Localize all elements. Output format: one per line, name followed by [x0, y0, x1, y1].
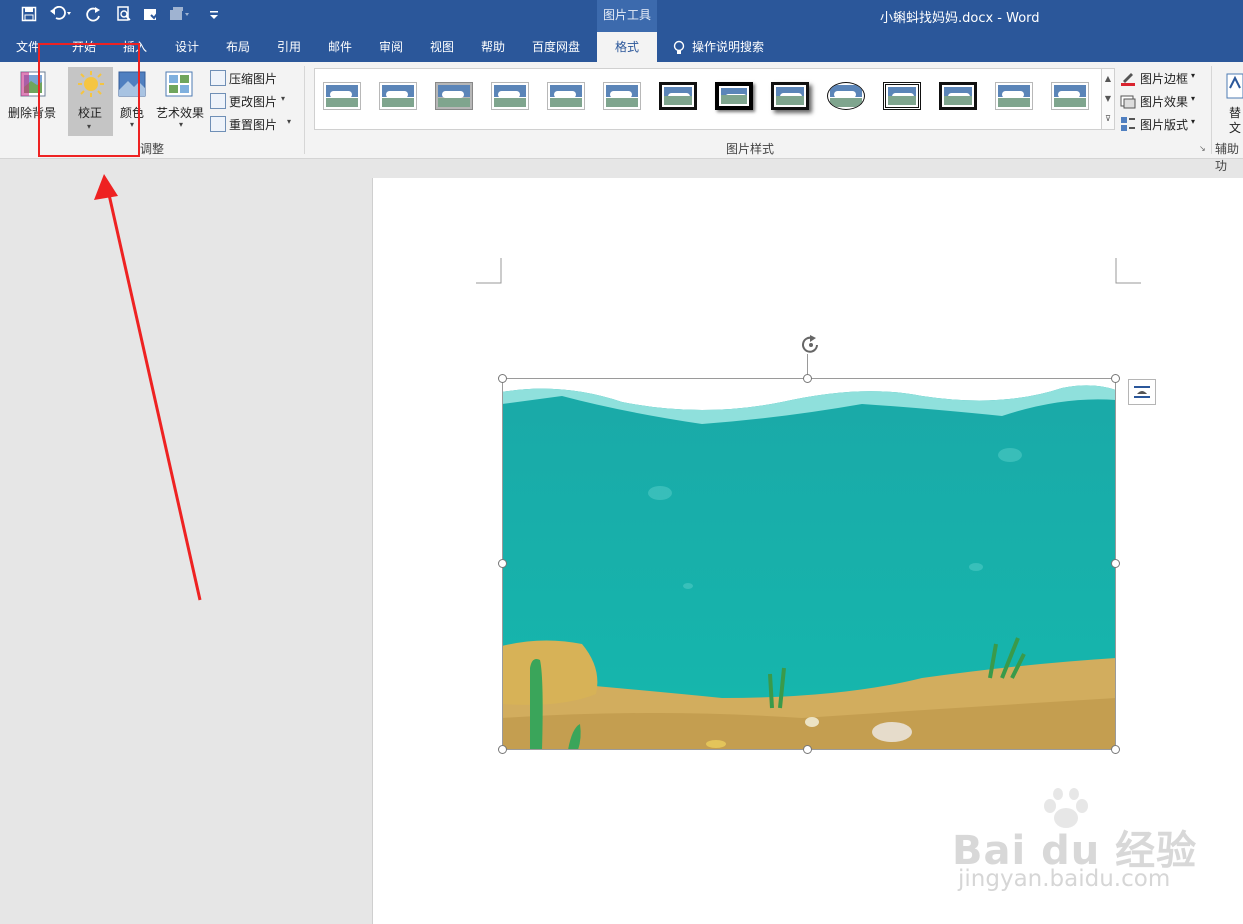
document-title: 小蝌蚪找妈妈.docx - Word [880, 11, 1040, 26]
picture-style-thumb[interactable] [715, 82, 753, 110]
resize-handle-n[interactable] [803, 374, 812, 383]
rotate-handle-icon[interactable] [799, 334, 823, 359]
tab-review[interactable]: 审阅 [371, 32, 411, 62]
artistic-effects-icon [165, 70, 195, 101]
picture-style-thumb[interactable] [883, 82, 921, 110]
alt-text-icon [1226, 72, 1243, 103]
picture-style-thumb[interactable] [379, 82, 417, 110]
artistic-dropdown-icon: ▾ [179, 120, 184, 129]
picture-style-thumb[interactable] [939, 82, 977, 110]
picture-tools-label: 图片工具 [597, 0, 657, 32]
compress-pictures-button[interactable]: 压缩图片 [229, 70, 277, 87]
redo-icon[interactable] [83, 6, 105, 26]
resize-handle-w[interactable] [498, 559, 507, 568]
resize-handle-sw[interactable] [498, 745, 507, 754]
tab-mailings[interactable]: 邮件 [320, 32, 360, 62]
customize-icon[interactable] [203, 6, 225, 26]
tab-view[interactable]: 视图 [422, 32, 462, 62]
red-arrow-icon [94, 174, 202, 601]
picture-effects-icon [1120, 93, 1136, 112]
margin-corner-right [1115, 258, 1141, 284]
tab-help[interactable]: 帮助 [473, 32, 513, 62]
resize-handle-e[interactable] [1111, 559, 1120, 568]
change-picture-dropdown-icon: ▾ [281, 94, 286, 103]
picture-style-thumb[interactable] [995, 82, 1033, 110]
picture-style-thumb[interactable] [547, 82, 585, 110]
print-preview-icon[interactable] [113, 6, 135, 26]
save-icon[interactable] [18, 6, 40, 26]
picture-layout-dropdown-icon: ▾ [1191, 117, 1196, 126]
tell-me-search[interactable]: 操作说明搜索 [692, 32, 782, 62]
artistic-effects-button[interactable]: 艺术效果 [156, 104, 204, 121]
dialog-launcher-icon[interactable]: ↘ [1199, 144, 1206, 153]
picture-effects-dropdown-icon: ▾ [1191, 94, 1196, 103]
tab-layout[interactable]: 布局 [218, 32, 258, 62]
change-picture-button[interactable]: 更改图片 [229, 93, 277, 110]
picture-style-thumb[interactable] [771, 82, 809, 110]
group-separator [304, 66, 305, 154]
picture-styles-group-label: 图片样式 [726, 142, 775, 156]
undo-icon[interactable] [50, 5, 72, 26]
reset-picture-dropdown-icon: ▾ [287, 117, 292, 126]
resize-handle-s[interactable] [803, 745, 812, 754]
picture-border-button[interactable]: 图片边框 [1140, 70, 1188, 87]
compress-pictures-icon [210, 70, 226, 86]
picture-style-thumb[interactable] [491, 82, 529, 110]
picture-style-thumb[interactable] [659, 82, 697, 110]
picture-style-thumb[interactable] [323, 82, 361, 110]
alt-text-label-bottom: 文 [1229, 121, 1242, 135]
picture-style-thumb[interactable] [435, 82, 473, 110]
highlight-box [38, 43, 140, 157]
selection-frame [502, 378, 1116, 750]
resize-handle-se[interactable] [1111, 745, 1120, 754]
tab-format[interactable]: 格式 [597, 32, 657, 62]
picture-style-thumb[interactable] [603, 82, 641, 110]
gallery-scroll[interactable]: ▲ ▼ ⊽ [1101, 68, 1115, 130]
picture-style-thumb[interactable] [827, 82, 865, 110]
tab-references[interactable]: 引用 [269, 32, 309, 62]
reset-picture-button[interactable]: 重置图片 [229, 116, 277, 133]
accessibility-group-label: 辅助功 [1215, 142, 1240, 173]
layout-options-icon[interactable] [1128, 379, 1156, 405]
resize-handle-nw[interactable] [498, 374, 507, 383]
group-separator-2 [1211, 66, 1212, 154]
margin-corner-left [476, 258, 502, 284]
reset-picture-icon [210, 116, 226, 132]
touch-mode-icon[interactable] [141, 6, 163, 26]
picture-border-dropdown-icon: ▾ [1191, 71, 1196, 80]
lightbulb-icon [672, 40, 686, 59]
resize-handle-ne[interactable] [1111, 374, 1120, 383]
watermark-url: jingyan.baidu.com [958, 866, 1171, 892]
picture-border-icon [1120, 70, 1136, 89]
tab-design[interactable]: 设计 [167, 32, 207, 62]
change-picture-icon [210, 93, 226, 109]
adjust-group-label: 调整 [140, 142, 165, 156]
picture-style-thumb[interactable] [1051, 82, 1089, 110]
picture-layout-icon [1120, 116, 1136, 135]
picture-styles-gallery [314, 68, 1102, 130]
form-icon [168, 6, 190, 26]
picture-layout-button[interactable]: 图片版式 [1140, 116, 1188, 133]
picture-effects-button[interactable]: 图片效果 [1140, 93, 1188, 110]
tab-baidu-netdisk[interactable]: 百度网盘 [524, 32, 588, 62]
